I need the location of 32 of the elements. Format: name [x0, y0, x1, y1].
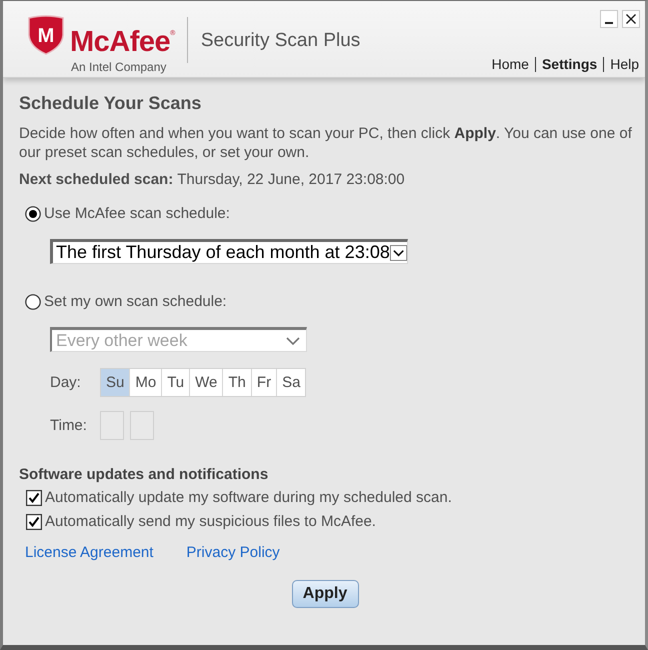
- intro-text: Decide how often and when you want to scan your PC, then click Apply. You can use one of our preset scan schedules, or set your own.: [19, 124, 633, 162]
- next-scan-value: Thursday, 22 June, 2017 23:08:00: [177, 171, 405, 188]
- brand-name: McAfee$^{®}$: [70, 25, 175, 57]
- checkbox[interactable]: [26, 490, 42, 506]
- minute-field[interactable]: [130, 411, 154, 440]
- chevron-down-icon: [286, 336, 300, 344]
- time-label: Time:: [50, 417, 88, 434]
- brand-tagline: An Intel Company: [71, 60, 168, 74]
- schedule-dropdown[interactable]: The first Thursday of each month at 23:08: [50, 239, 408, 264]
- radio-button[interactable]: [25, 294, 41, 310]
- radio-button[interactable]: [25, 206, 41, 222]
- day-toggle[interactable]: Su: [101, 369, 130, 396]
- page-title: Schedule Your Scans: [19, 92, 202, 114]
- checkbox[interactable]: [26, 514, 42, 530]
- radio-label[interactable]: Use McAfee scan schedule:: [44, 205, 230, 222]
- hour-field[interactable]: [100, 411, 124, 440]
- section-title: Software updates and notifications: [19, 466, 270, 483]
- checkbox-label[interactable]: Automatically send my suspicious files to McAfee.: [45, 513, 376, 530]
- minimize-button[interactable]: [600, 10, 618, 28]
- next-scan-label: Next scheduled scan:: [19, 171, 174, 188]
- checkbox-label[interactable]: Automatically update my software during my scheduled scan.: [45, 489, 452, 506]
- nav-link[interactable]: Settings: [542, 56, 598, 72]
- nav-link[interactable]: Home: [492, 56, 529, 72]
- footer-link[interactable]: Privacy Policy: [186, 544, 280, 561]
- apply-button[interactable]: Apply: [292, 580, 358, 608]
- radio-label[interactable]: Set my own scan schedule:: [44, 293, 227, 310]
- shield-logo: M: [27, 15, 65, 55]
- nav-link[interactable]: Help: [610, 56, 639, 72]
- product-title: Security Scan Plus: [200, 30, 360, 52]
- day-label: Day:: [50, 374, 82, 391]
- close-button[interactable]: [622, 10, 640, 28]
- footer-link[interactable]: License Agreement: [25, 544, 154, 561]
